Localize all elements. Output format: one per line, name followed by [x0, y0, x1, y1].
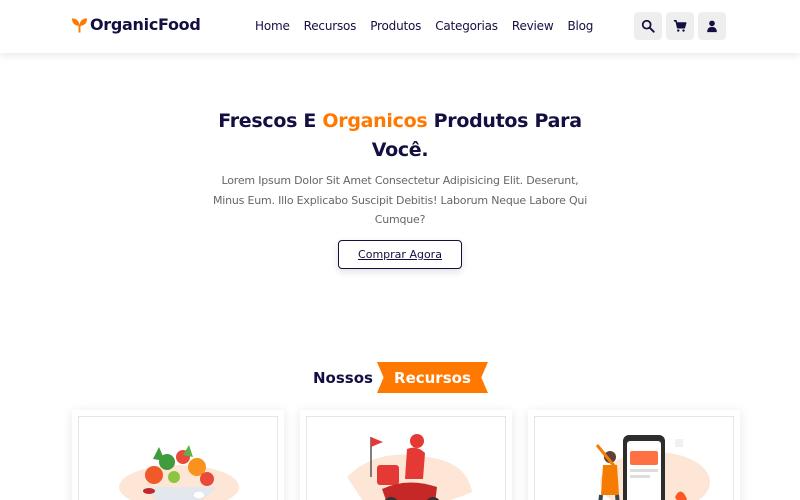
- logo-text: OrganicFood: [90, 15, 201, 34]
- features-heading-tag: Recursos: [376, 362, 488, 393]
- search-icon: [641, 19, 655, 33]
- nav-categorias[interactable]: Categorias: [435, 19, 498, 33]
- features-heading: Nossos Recursos: [313, 362, 488, 393]
- nav-produtos[interactable]: Produtos: [370, 19, 421, 33]
- nav-recursos[interactable]: Recursos: [304, 19, 357, 33]
- nav-home[interactable]: Home: [255, 19, 290, 33]
- cart-icon: [673, 20, 687, 32]
- main-nav: Home Recursos Produtos Categorias Review…: [255, 19, 607, 33]
- delivery-scooter-illustration: [347, 434, 472, 500]
- header-icons: [634, 12, 726, 40]
- features-list: [72, 410, 740, 500]
- user-button[interactable]: [698, 12, 726, 40]
- nav-review[interactable]: Review: [512, 19, 554, 33]
- hero-title-start: Frescos E: [218, 110, 323, 132]
- nav-blog[interactable]: Blog: [567, 19, 593, 33]
- feature-card-fresh: [72, 410, 284, 500]
- hero-description: Lorem Ipsum Dolor Sit Amet Consectetur A…: [212, 174, 588, 226]
- fresh-vegetables-illustration: [119, 445, 239, 500]
- user-icon: [707, 20, 717, 33]
- leaf-logo-icon: [71, 16, 88, 34]
- hero-title-accent: Organicos: [322, 110, 428, 132]
- cart-button[interactable]: [666, 12, 694, 40]
- mobile-payment-illustration: [595, 435, 710, 500]
- hero-title: Frescos E Organicos Produtos Para Você.: [200, 107, 600, 165]
- buy-now-button[interactable]: Comprar Agora: [338, 240, 462, 269]
- site-header: OrganicFood Home Recursos Produtos Categ…: [0, 0, 800, 53]
- feature-card-payment: [528, 410, 740, 500]
- feature-card-delivery: [300, 410, 512, 500]
- features-heading-plain: Nossos: [313, 368, 373, 387]
- logo[interactable]: OrganicFood: [71, 15, 201, 34]
- search-button[interactable]: [634, 12, 662, 40]
